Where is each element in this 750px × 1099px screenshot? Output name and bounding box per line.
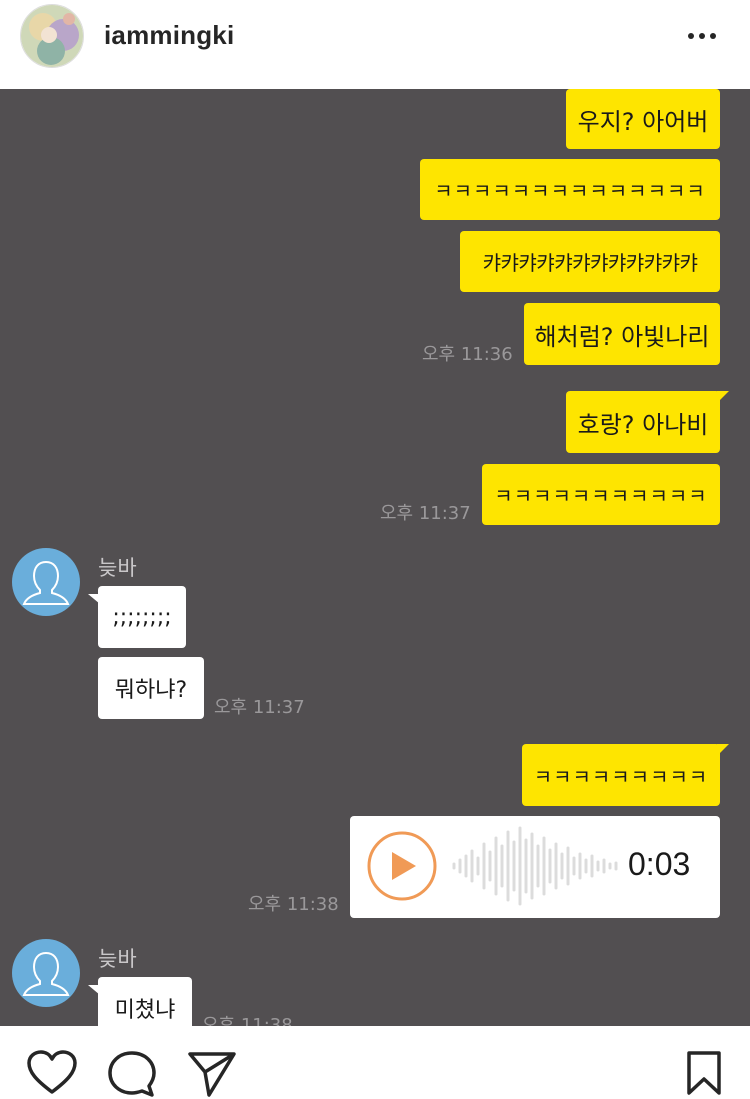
more-dots-icon[interactable] <box>688 30 728 42</box>
message-time: 오후 11:38 <box>248 894 339 915</box>
post-header: iammingki <box>0 0 750 88</box>
play-icon <box>392 852 416 880</box>
friend-avatar[interactable] <box>12 548 80 616</box>
message-time: 오후 11:37 <box>380 503 471 524</box>
username[interactable]: iammingki <box>104 20 234 51</box>
their-message: 뭐하냐? <box>98 657 204 719</box>
send-icon[interactable] <box>187 1050 237 1099</box>
sender-name: 늦바 <box>98 947 137 971</box>
sender-name: 늦바 <box>98 556 137 580</box>
my-message: ㅋㅋㅋㅋㅋㅋㅋㅋㅋㅋㅋ <box>482 464 720 525</box>
message-time: 오후 11:38 <box>202 1015 293 1026</box>
bookmark-icon[interactable] <box>686 1050 722 1099</box>
message-time: 오후 11:37 <box>214 697 305 718</box>
my-message: 캬캬캬캬캬캬캬캬캬캬캬캬 <box>460 231 720 292</box>
my-message: 호랑? 아나비 <box>566 391 729 453</box>
default-profile-icon <box>22 560 70 605</box>
voice-message[interactable]: 0:03 <box>350 816 720 918</box>
comment-icon[interactable] <box>107 1050 157 1099</box>
my-message: ㅋㅋㅋㅋㅋㅋㅋㅋㅋ <box>522 744 729 806</box>
my-message: ㅋㅋㅋㅋㅋㅋㅋㅋㅋㅋㅋㅋㅋㅋ <box>420 159 720 220</box>
chat-screenshot: 우지? 아어버 ㅋㅋㅋㅋㅋㅋㅋㅋㅋㅋㅋㅋㅋㅋ 캬캬캬캬캬캬캬캬캬캬캬캬 오후 1… <box>0 89 750 1026</box>
my-message: 해처럼? 아빛나리 <box>524 303 720 365</box>
their-message: 미쳤냐 <box>88 977 192 1026</box>
their-message: ;;;;;;;; <box>88 586 186 648</box>
message-time: 오후 11:36 <box>422 344 513 365</box>
heart-icon[interactable] <box>26 1050 78 1099</box>
voice-duration: 0:03 <box>628 846 691 882</box>
default-profile-icon <box>22 951 70 996</box>
my-message: 우지? 아어버 <box>566 89 720 149</box>
profile-avatar[interactable] <box>20 4 84 68</box>
friend-avatar[interactable] <box>12 939 80 1007</box>
post-actions <box>0 1026 750 1099</box>
